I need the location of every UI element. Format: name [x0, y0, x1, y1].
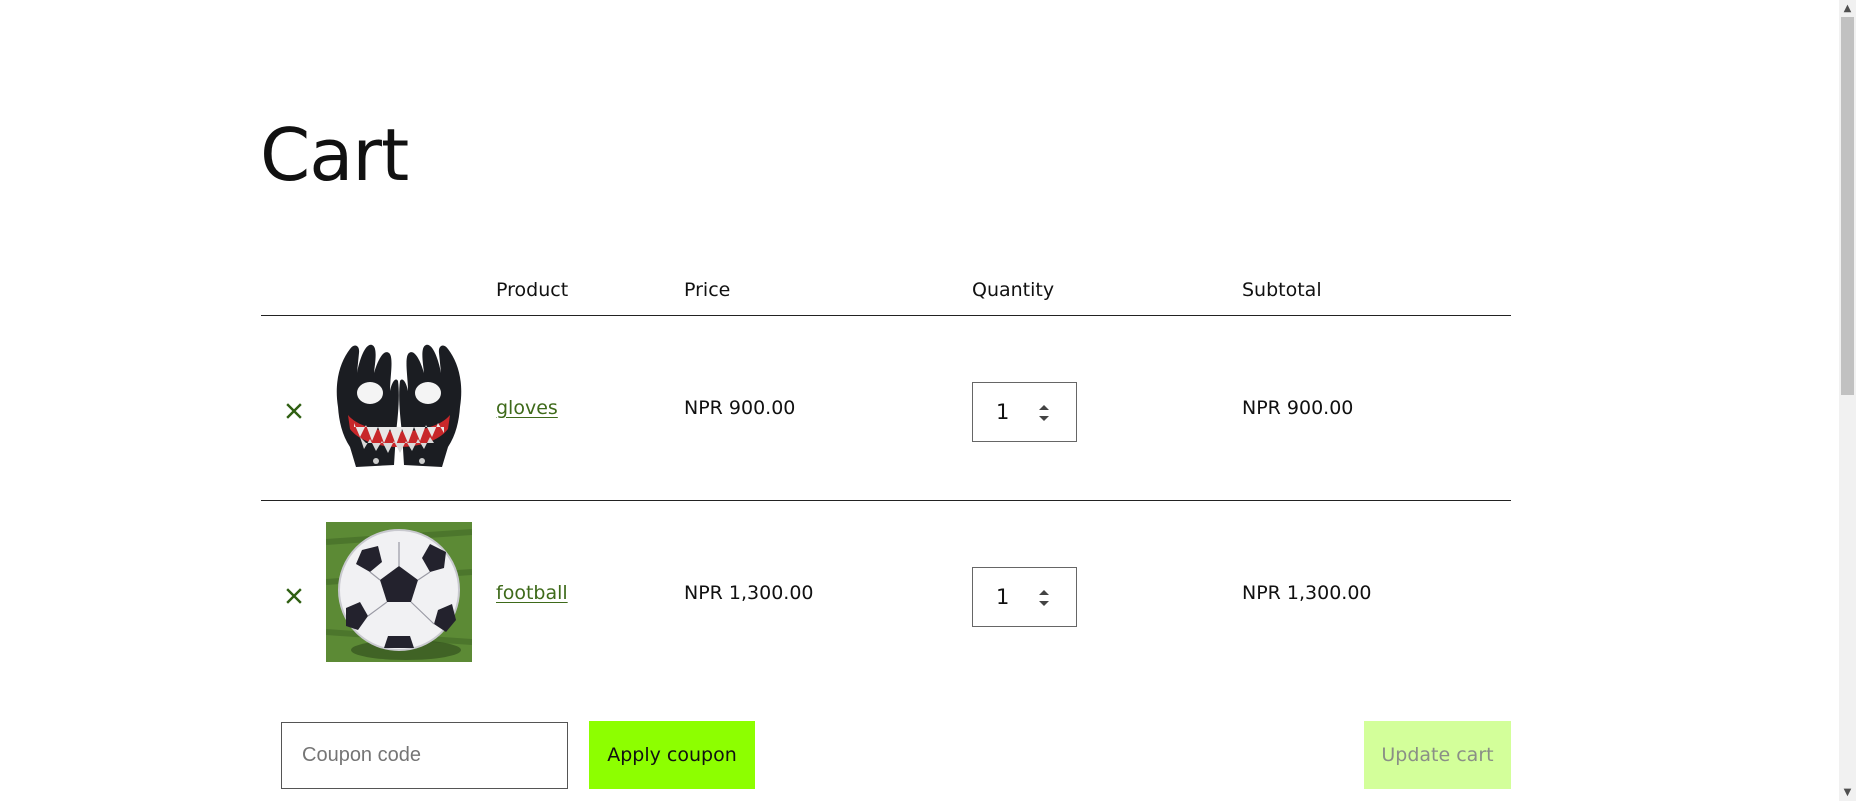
remove-item-button[interactable]: [281, 398, 307, 424]
table-row: football NPR 1,300.00 1 NPR 1,300.00: [261, 501, 1511, 685]
football-image: [326, 522, 472, 662]
quantity-stepper[interactable]: 1: [972, 567, 1077, 627]
coupon-code-input[interactable]: [281, 722, 568, 789]
column-header-price: Price: [684, 279, 731, 301]
cart-page: Cart Product Price Quantity Subtotal glo…: [0, 0, 1856, 801]
product-subtotal: NPR 900.00: [1242, 397, 1354, 419]
quantity-stepper[interactable]: 1: [972, 382, 1077, 442]
spinner-arrows-icon[interactable]: [1036, 587, 1052, 609]
product-name[interactable]: gloves: [496, 397, 558, 419]
close-icon: [286, 588, 302, 604]
product-thumbnail[interactable]: [326, 522, 472, 662]
scrollbar-thumb[interactable]: [1841, 17, 1854, 395]
product-subtotal: NPR 1,300.00: [1242, 582, 1372, 604]
cart-table: Product Price Quantity Subtotal gloves N…: [261, 262, 1511, 685]
product-link-gloves[interactable]: gloves: [496, 396, 558, 420]
close-icon: [286, 403, 302, 419]
product-link-football[interactable]: football: [496, 581, 568, 605]
spinner-arrows-icon[interactable]: [1036, 402, 1052, 424]
table-row: gloves NPR 900.00 1 NPR 900.00: [261, 316, 1511, 501]
cart-actions: Apply coupon Update cart: [261, 721, 1511, 789]
page-title: Cart: [260, 113, 409, 197]
column-header-subtotal: Subtotal: [1242, 279, 1322, 301]
quantity-value[interactable]: 1: [996, 584, 1009, 610]
vertical-scrollbar[interactable]: ▲ ▼: [1839, 0, 1856, 801]
quantity-value[interactable]: 1: [996, 399, 1009, 425]
chevron-down-icon[interactable]: ▼: [1839, 784, 1856, 801]
column-header-product: Product: [496, 279, 569, 301]
remove-item-button[interactable]: [281, 583, 307, 609]
table-header-row: Product Price Quantity Subtotal: [261, 262, 1511, 316]
update-cart-button[interactable]: Update cart: [1364, 721, 1511, 789]
chevron-up-icon[interactable]: ▲: [1839, 0, 1856, 17]
product-thumbnail[interactable]: [326, 337, 472, 477]
column-header-quantity: Quantity: [972, 279, 1055, 301]
product-name[interactable]: football: [496, 582, 568, 604]
gloves-image: [326, 337, 472, 477]
product-price: NPR 1,300.00: [684, 582, 814, 604]
apply-coupon-button[interactable]: Apply coupon: [589, 721, 755, 789]
product-price: NPR 900.00: [684, 397, 796, 419]
